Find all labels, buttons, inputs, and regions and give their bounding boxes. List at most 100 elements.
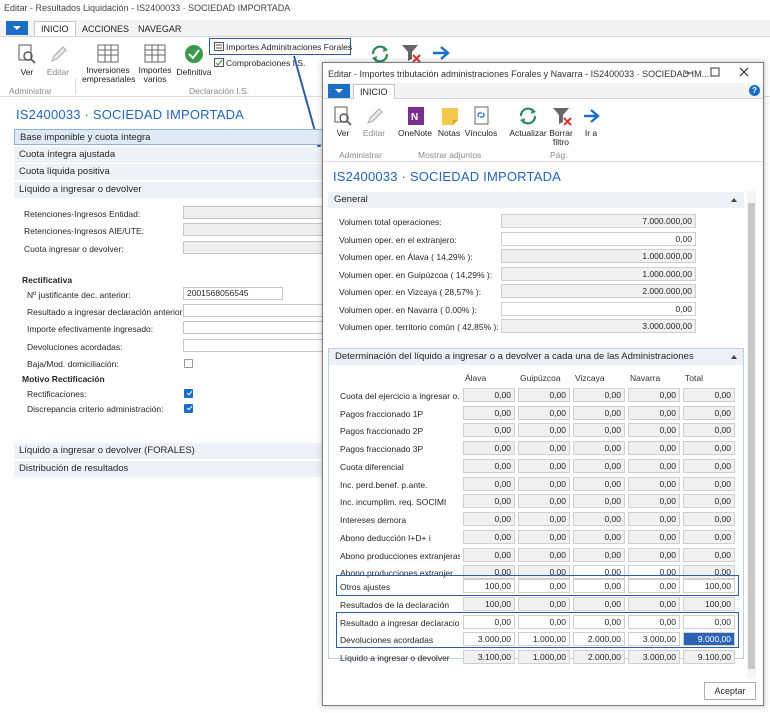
clear-filter-label[interactable]: Borrar filtro [547,129,575,147]
grid-cell: 0,00 [518,547,570,562]
highlight-otros-ajustes [336,575,739,596]
table-icon[interactable] [143,43,167,65]
rectificativa-heading: Rectificativa [22,275,73,285]
grid-cell: 0,00 [628,459,680,473]
grid-row-label: Abono deducción I+D+ i [340,533,431,543]
grid-cell: 0,00 [573,547,625,562]
view-icon[interactable] [16,43,38,65]
dialog-menu-button[interactable] [328,84,350,98]
view-icon[interactable] [332,105,354,127]
arrow-right-icon[interactable] [431,44,453,62]
collapse-icon[interactable] [731,355,737,359]
field-label: Resultado a ingresar declaración anterio… [27,307,185,317]
links-label[interactable]: Vínculos [464,129,498,138]
grid-cell: 0,00 [463,512,515,526]
group-label-administrar: Administrar [339,150,382,160]
tab-acciones[interactable]: ACCIONES [82,24,129,34]
grid-cell: 0,00 [683,423,735,437]
ribbon-divider [75,78,76,94]
section-liquido-forales[interactable]: Líquido a ingresar o devolver (FORALES) [14,443,324,459]
motivo-heading: Motivo Rectificación [22,374,105,384]
section-general[interactable]: General [328,192,744,208]
edit-button-label: Editar [46,67,70,77]
refresh-icon[interactable] [517,105,539,127]
field-label: Retenciones-Ingresos AIE/UTE: [24,226,145,236]
general-field-label: Volumen oper. territorio común ( 42,85% … [339,322,499,332]
close-icon[interactable] [737,65,751,79]
justificante-input[interactable]: 2001568056545 [183,287,283,300]
checkmark-icon[interactable] [183,43,205,65]
grid-cell: 0,00 [683,459,735,473]
grid-cell: 0,00 [463,459,515,473]
discrepancia-checkbox[interactable] [184,404,193,413]
general-field-label: Volumen oper. en Álava ( 14,29% ): [339,252,473,262]
investments-button-label[interactable]: Inversiones empresariales [82,66,135,84]
minimize-icon[interactable] [682,65,696,79]
foral-amounts-button[interactable]: Importes Adminitraciones Forales [226,42,352,52]
baja-mod-checkbox[interactable] [184,359,193,368]
grid-row-label: Resultados de la declaración [340,599,450,610]
grid-row-label: Intereses demora [340,515,407,525]
grid-cell: 0,00 [573,459,625,473]
collapse-icon[interactable] [731,198,737,202]
section-distribucion[interactable]: Distribución de resultados [14,461,324,477]
app-menu-button[interactable] [6,21,28,35]
table-icon[interactable] [96,43,120,65]
edit-icon [47,43,69,65]
resultado-anterior-input[interactable] [183,304,323,317]
section-cuota-liquida[interactable]: Cuota líquida positiva [14,164,324,180]
dialog-view-label[interactable]: Ver [331,129,355,138]
scrollbar-thumb[interactable] [748,203,755,669]
maximize-icon[interactable] [708,65,722,79]
grid-cell: 0,00 [573,476,625,491]
ribbon-divider [323,161,763,162]
section-determinacion[interactable]: Determinación del líquido a ingresar o a… [329,349,743,365]
general-field-label: Volumen oper. en Navarra ( 0,00% ): [339,304,477,315]
grid-cell: 0,00 [463,476,515,491]
tab-inicio[interactable]: INICIO [34,21,76,36]
field-label: Nº justificante dec. anterior: [27,290,131,300]
grid-cell: 0,00 [628,423,680,437]
list-icon [214,42,224,51]
check-list-icon [214,58,224,67]
various-amounts-button-label[interactable]: Importes varios [137,66,173,84]
help-icon[interactable]: ? [749,85,760,96]
edit-icon [363,105,385,127]
grid-row-label: Pagos fraccionado 1P [340,408,424,419]
devoluciones-input[interactable] [183,339,323,352]
tab-navegar[interactable]: NAVEGAR [138,24,181,34]
view-button-label[interactable]: Ver [14,68,40,77]
grid-cell: 0,00 [463,423,515,437]
onenote-label[interactable]: OneNote [395,129,435,138]
group-label-adjuntos: Mostrar adjuntos [418,150,482,160]
grid-cell: 0,00 [573,441,625,455]
link-icon[interactable] [471,105,493,127]
goto-label[interactable]: Ir a [584,129,598,138]
arrow-right-icon[interactable] [582,107,602,125]
group-label-administrar: Administrar [9,86,52,96]
accept-button[interactable]: Aceptar [704,682,756,700]
grid-cell: 0,00 [628,596,680,611]
field-label: Baja/Mod. domiciliación: [27,359,119,369]
importe-ingresado-input[interactable] [183,321,323,334]
group-label-pag: Pág. [550,150,568,160]
onenote-icon[interactable]: N [405,105,427,127]
notes-label[interactable]: Notas [436,129,462,138]
grid-row-label: Cuota diferencial [340,462,404,472]
general-field-value: 3.000.000,00 [501,319,696,333]
dialog-tab-inicio[interactable]: INICIO [353,84,395,99]
field-label: Cuota ingresar o devolver: [24,244,124,254]
section-base-imponible[interactable]: Base imponible y cuota íntegra [14,129,324,145]
section-liquido[interactable]: Líquido a ingresar o devolver [14,182,324,198]
refresh-label[interactable]: Actualizar [507,129,549,138]
general-field-label: Volumen oper. en Vizcaya ( 28,57% ): [339,287,482,297]
clear-filter-icon[interactable] [400,42,422,64]
note-icon[interactable] [439,105,461,127]
clear-filter-icon[interactable] [551,105,573,127]
rectificaciones-checkbox[interactable] [184,389,193,398]
grid-cell: 0,00 [683,441,735,455]
definitive-button-label[interactable]: Definitiva [175,68,213,77]
grid-cell: 0,00 [683,547,735,562]
grid-row-label: Pagos fraccionado 3P [340,444,424,454]
section-cuota-ajustada[interactable]: Cuota íntegra ajustada [14,147,324,163]
